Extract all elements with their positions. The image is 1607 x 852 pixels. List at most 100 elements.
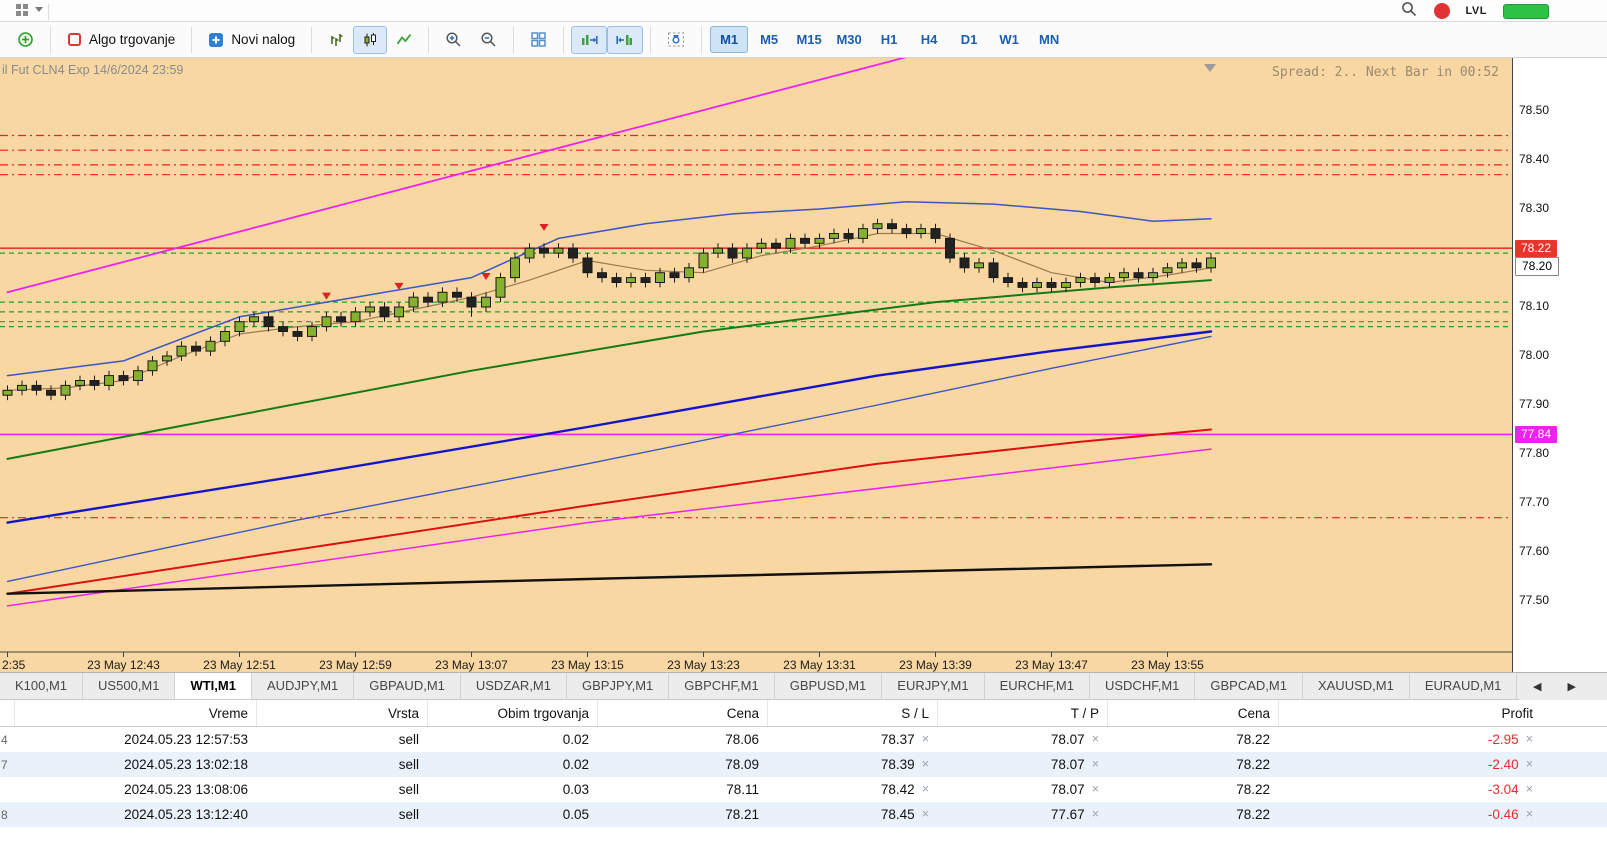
symbol-tab-wti-m1[interactable]: WTI,M1 bbox=[175, 673, 252, 699]
timeframe-button-mn[interactable]: MN bbox=[1030, 26, 1068, 53]
window-topbar: LVL bbox=[0, 0, 1607, 22]
position-row[interactable]: 8 2024.05.23 13:12:40 sell 0.05 78.21 78.45 × 7… bbox=[0, 802, 1607, 827]
remove-tp-icon[interactable]: × bbox=[1092, 808, 1099, 821]
symbol-tab-us500-m1[interactable]: US500,M1 bbox=[83, 673, 176, 699]
grid-menu-icon[interactable] bbox=[14, 1, 30, 22]
symbol-tab-gbpaud-m1[interactable]: GBPAUD,M1 bbox=[354, 673, 461, 699]
symbol-tab-usdzar-m1[interactable]: USDZAR,M1 bbox=[461, 673, 567, 699]
header-tp[interactable]: T / P bbox=[937, 700, 1107, 726]
time-label: 23 May 13:23 bbox=[667, 658, 740, 672]
time-label: 23 May 13:31 bbox=[783, 658, 856, 672]
remove-sl-icon[interactable]: × bbox=[922, 808, 929, 821]
tab-scroll-right-icon[interactable]: ▶ bbox=[1567, 680, 1575, 693]
close-position-icon[interactable]: × bbox=[1526, 733, 1533, 746]
search-icon[interactable] bbox=[1400, 0, 1418, 23]
chart-canvas[interactable]: 2:35 23 May 12:43 23 May 12:51 23 May 12:59… bbox=[0, 58, 1512, 672]
remove-sl-icon[interactable]: × bbox=[922, 783, 929, 796]
lvl-status-button[interactable] bbox=[1503, 3, 1549, 19]
candle-body bbox=[1075, 277, 1086, 284]
timeframe-button-m30[interactable]: M30 bbox=[830, 26, 868, 53]
screenshot-button[interactable] bbox=[658, 25, 694, 54]
main-toolbar: Algo trgovanje Novi nalog M1 M5 M15 M30 … bbox=[0, 22, 1607, 58]
candle-body bbox=[1177, 262, 1187, 269]
cell-price: 78.06 bbox=[597, 732, 767, 747]
position-row[interactable]: 7 2024.05.23 13:02:18 sell 0.02 78.09 78.39 × 7… bbox=[0, 752, 1607, 777]
candle-body bbox=[1133, 272, 1144, 279]
price-badge-78.22: 78.22 bbox=[1515, 240, 1558, 258]
line-chart-type-button[interactable] bbox=[387, 26, 421, 54]
symbol-tab-eurchf-m1[interactable]: EURCHF,M1 bbox=[985, 673, 1090, 699]
remove-tp-icon[interactable]: × bbox=[1092, 733, 1099, 746]
candle-body bbox=[205, 340, 216, 352]
symbol-tab-k100-m1[interactable]: K100,M1 bbox=[0, 673, 84, 699]
timeframe-button-m15[interactable]: M15 bbox=[790, 26, 828, 53]
header-volume[interactable]: Obim trgovanja bbox=[427, 700, 597, 726]
candlestick-chart-type-button[interactable] bbox=[353, 25, 388, 54]
header-current[interactable]: Cena bbox=[1107, 700, 1278, 726]
symbol-tab-gbpchf-m1[interactable]: GBPCHF,M1 bbox=[669, 673, 775, 699]
auto-scroll-button[interactable] bbox=[571, 25, 608, 54]
header-ticket[interactable] bbox=[0, 700, 14, 726]
cell-volume: 0.02 bbox=[427, 732, 597, 747]
remove-sl-icon[interactable]: × bbox=[922, 733, 929, 746]
candle-body bbox=[292, 331, 303, 337]
timeframe-button-w1[interactable]: W1 bbox=[990, 26, 1028, 53]
bar-chart-type-button[interactable] bbox=[319, 26, 353, 54]
cell-sl: 78.45 × bbox=[767, 807, 937, 822]
header-type[interactable]: Vrsta bbox=[256, 700, 427, 726]
header-sl[interactable]: S / L bbox=[767, 700, 937, 726]
header-label-volume: Obim trgovanja bbox=[497, 705, 589, 721]
timeframe-button-d1[interactable]: D1 bbox=[950, 26, 988, 53]
app-window: LVL Algo trgovanje Novi nalog M1 M5 M15 … bbox=[0, 0, 1607, 852]
algo-trading-button[interactable]: Algo trgovanje bbox=[58, 26, 184, 53]
position-row[interactable]: 2024.05.23 13:08:06 sell 0.03 78.11 78.42 × 78… bbox=[0, 777, 1607, 802]
close-position-icon[interactable]: × bbox=[1526, 783, 1533, 796]
cell-type: sell bbox=[256, 732, 427, 747]
close-position-icon[interactable]: × bbox=[1526, 808, 1533, 821]
candle-body bbox=[1046, 282, 1057, 288]
zoom-out-button[interactable] bbox=[471, 25, 506, 54]
remove-sl-icon[interactable]: × bbox=[922, 758, 929, 771]
cell-type: sell bbox=[256, 807, 427, 822]
timeframe-button-m5[interactable]: M5 bbox=[750, 26, 788, 53]
new-order-button[interactable]: Novi nalog bbox=[199, 26, 304, 54]
tab-scroll-left-icon[interactable]: ◀ bbox=[1533, 680, 1541, 693]
remove-tp-icon[interactable]: × bbox=[1092, 758, 1099, 771]
timeframe-button-m1[interactable]: M1 bbox=[710, 26, 749, 53]
header-label-sl: S / L bbox=[901, 705, 929, 721]
candle-body bbox=[988, 262, 999, 279]
candle-body bbox=[1104, 277, 1115, 284]
cell-current: 78.22 bbox=[1107, 807, 1278, 822]
timeframe-button-h4[interactable]: H4 bbox=[910, 26, 948, 53]
timeframe-button-h1[interactable]: H1 bbox=[870, 26, 908, 53]
tile-windows-button[interactable] bbox=[521, 25, 556, 54]
zoom-in-button[interactable] bbox=[436, 25, 471, 54]
value-current: 78.22 bbox=[1236, 757, 1270, 772]
notification-badge[interactable] bbox=[1433, 3, 1450, 19]
symbol-tab-gbpcad-m1[interactable]: GBPCAD,M1 bbox=[1195, 673, 1303, 699]
candle-body bbox=[1162, 267, 1173, 274]
value-sl: 78.37 bbox=[880, 732, 915, 747]
add-indicator-button[interactable] bbox=[8, 25, 43, 54]
symbol-tab-gbpjpy-m1[interactable]: GBPJPY,M1 bbox=[567, 673, 670, 699]
candle-body bbox=[75, 380, 85, 386]
symbol-tab-xauusd-m1[interactable]: XAUUSD,M1 bbox=[1303, 673, 1410, 699]
chevron-down-icon[interactable] bbox=[34, 1, 44, 22]
candle-body bbox=[191, 345, 201, 352]
symbol-tab-euraud-m1[interactable]: EURAUD,M1 bbox=[1410, 673, 1518, 699]
symbol-tab-eurjpy-m1[interactable]: EURJPY,M1 bbox=[882, 673, 985, 699]
value-type: sell bbox=[398, 807, 419, 822]
remove-tp-icon[interactable]: × bbox=[1092, 783, 1099, 796]
chart-shift-button[interactable] bbox=[607, 25, 644, 54]
header-time[interactable]: Vreme bbox=[14, 700, 256, 726]
header-price[interactable]: Cena bbox=[597, 700, 767, 726]
symbol-tab-usdchf-m1[interactable]: USDCHF,M1 bbox=[1090, 673, 1196, 699]
position-row[interactable]: 4 2024.05.23 12:57:53 sell 0.02 78.06 78.37 × 7… bbox=[0, 727, 1607, 752]
close-position-icon[interactable]: × bbox=[1526, 758, 1533, 771]
candle-body bbox=[698, 252, 709, 269]
price-axis[interactable]: 78.50 78.40 78.30 78.10 78.00 77.90 77.80 77.70… bbox=[1512, 58, 1607, 672]
symbol-tab-audjpy-m1[interactable]: AUDJPY,M1 bbox=[252, 673, 355, 699]
sell-marker-icon bbox=[539, 224, 549, 232]
header-profit[interactable]: Profit bbox=[1278, 700, 1607, 726]
symbol-tab-gbpusd-m1[interactable]: GBPUSD,M1 bbox=[775, 673, 883, 699]
